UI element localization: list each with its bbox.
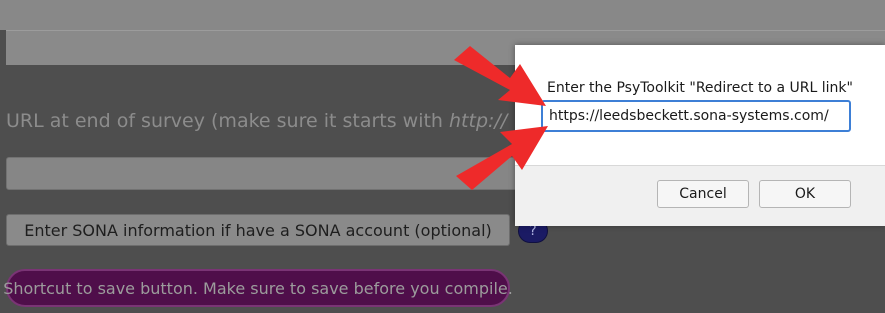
url-field-label: URL at end of survey (make sure it start… bbox=[6, 110, 507, 132]
cancel-button[interactable]: Cancel bbox=[657, 180, 749, 208]
red-arrow-icon bbox=[456, 126, 548, 190]
header-bar bbox=[0, 0, 885, 30]
redirect-url-input[interactable] bbox=[541, 100, 851, 132]
red-arrow-icon bbox=[454, 46, 546, 106]
url-label-text: URL at end of survey (make sure it start… bbox=[6, 110, 450, 132]
save-shortcut-button[interactable]: Shortcut to save button. Make sure to sa… bbox=[3, 269, 513, 307]
dialog-prompt: Enter the PsyToolkit "Redirect to a URL … bbox=[547, 80, 853, 96]
dialog-footer: Cancel OK bbox=[515, 165, 885, 226]
redirect-url-dialog: Enter the PsyToolkit "Redirect to a URL … bbox=[515, 45, 885, 226]
ok-button[interactable]: OK bbox=[759, 180, 851, 208]
sona-info-button[interactable]: Enter SONA information if have a SONA ac… bbox=[6, 214, 510, 246]
